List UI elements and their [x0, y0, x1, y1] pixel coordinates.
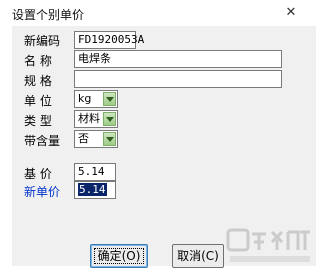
code-label: 新编码 — [24, 34, 61, 48]
name-field[interactable]: 电焊条 — [74, 50, 282, 68]
chevron-down-icon[interactable] — [103, 112, 116, 126]
title-bar: 设置个别单价 ✕ — [0, 0, 327, 26]
type-select-value: 材料 — [78, 112, 100, 125]
unit-label: 单 位 — [24, 94, 52, 108]
new-price-field[interactable]: 5.14 — [74, 181, 116, 199]
content-label: 带含量 — [24, 134, 61, 148]
ok-button[interactable]: 确定(O) — [90, 244, 148, 268]
code-field[interactable]: FD1920053A — [74, 31, 144, 49]
spec-label: 规 格 — [24, 74, 52, 88]
spec-field[interactable] — [74, 70, 282, 88]
base-price-label: 基 价 — [24, 167, 52, 181]
new-price-value: 5.14 — [78, 183, 107, 196]
base-price-field[interactable]: 5.14 — [74, 163, 116, 181]
unit-select[interactable]: kg — [74, 90, 118, 108]
chevron-down-icon[interactable] — [103, 92, 116, 106]
window-title: 设置个别单价 — [12, 8, 85, 22]
unit-select-value: kg — [78, 92, 92, 105]
type-select[interactable]: 材料 — [74, 110, 118, 128]
cancel-button[interactable]: 取消(C) — [172, 244, 224, 268]
close-icon[interactable]: ✕ — [283, 5, 299, 21]
set-price-dialog: 设置个别单价 ✕ 新编码 FD1920053A 名 称 电焊条 规 格 单 位 … — [0, 0, 327, 278]
new-price-label: 新单价 — [24, 185, 61, 199]
content-select-value: 否 — [78, 132, 89, 145]
chevron-down-icon[interactable] — [103, 132, 116, 146]
watermark-logo-icon — [226, 226, 314, 268]
cancel-button-label: 取消(C) — [177, 249, 219, 263]
type-label: 类 型 — [24, 114, 52, 128]
name-label: 名 称 — [24, 54, 52, 68]
content-select[interactable]: 否 — [74, 130, 118, 148]
